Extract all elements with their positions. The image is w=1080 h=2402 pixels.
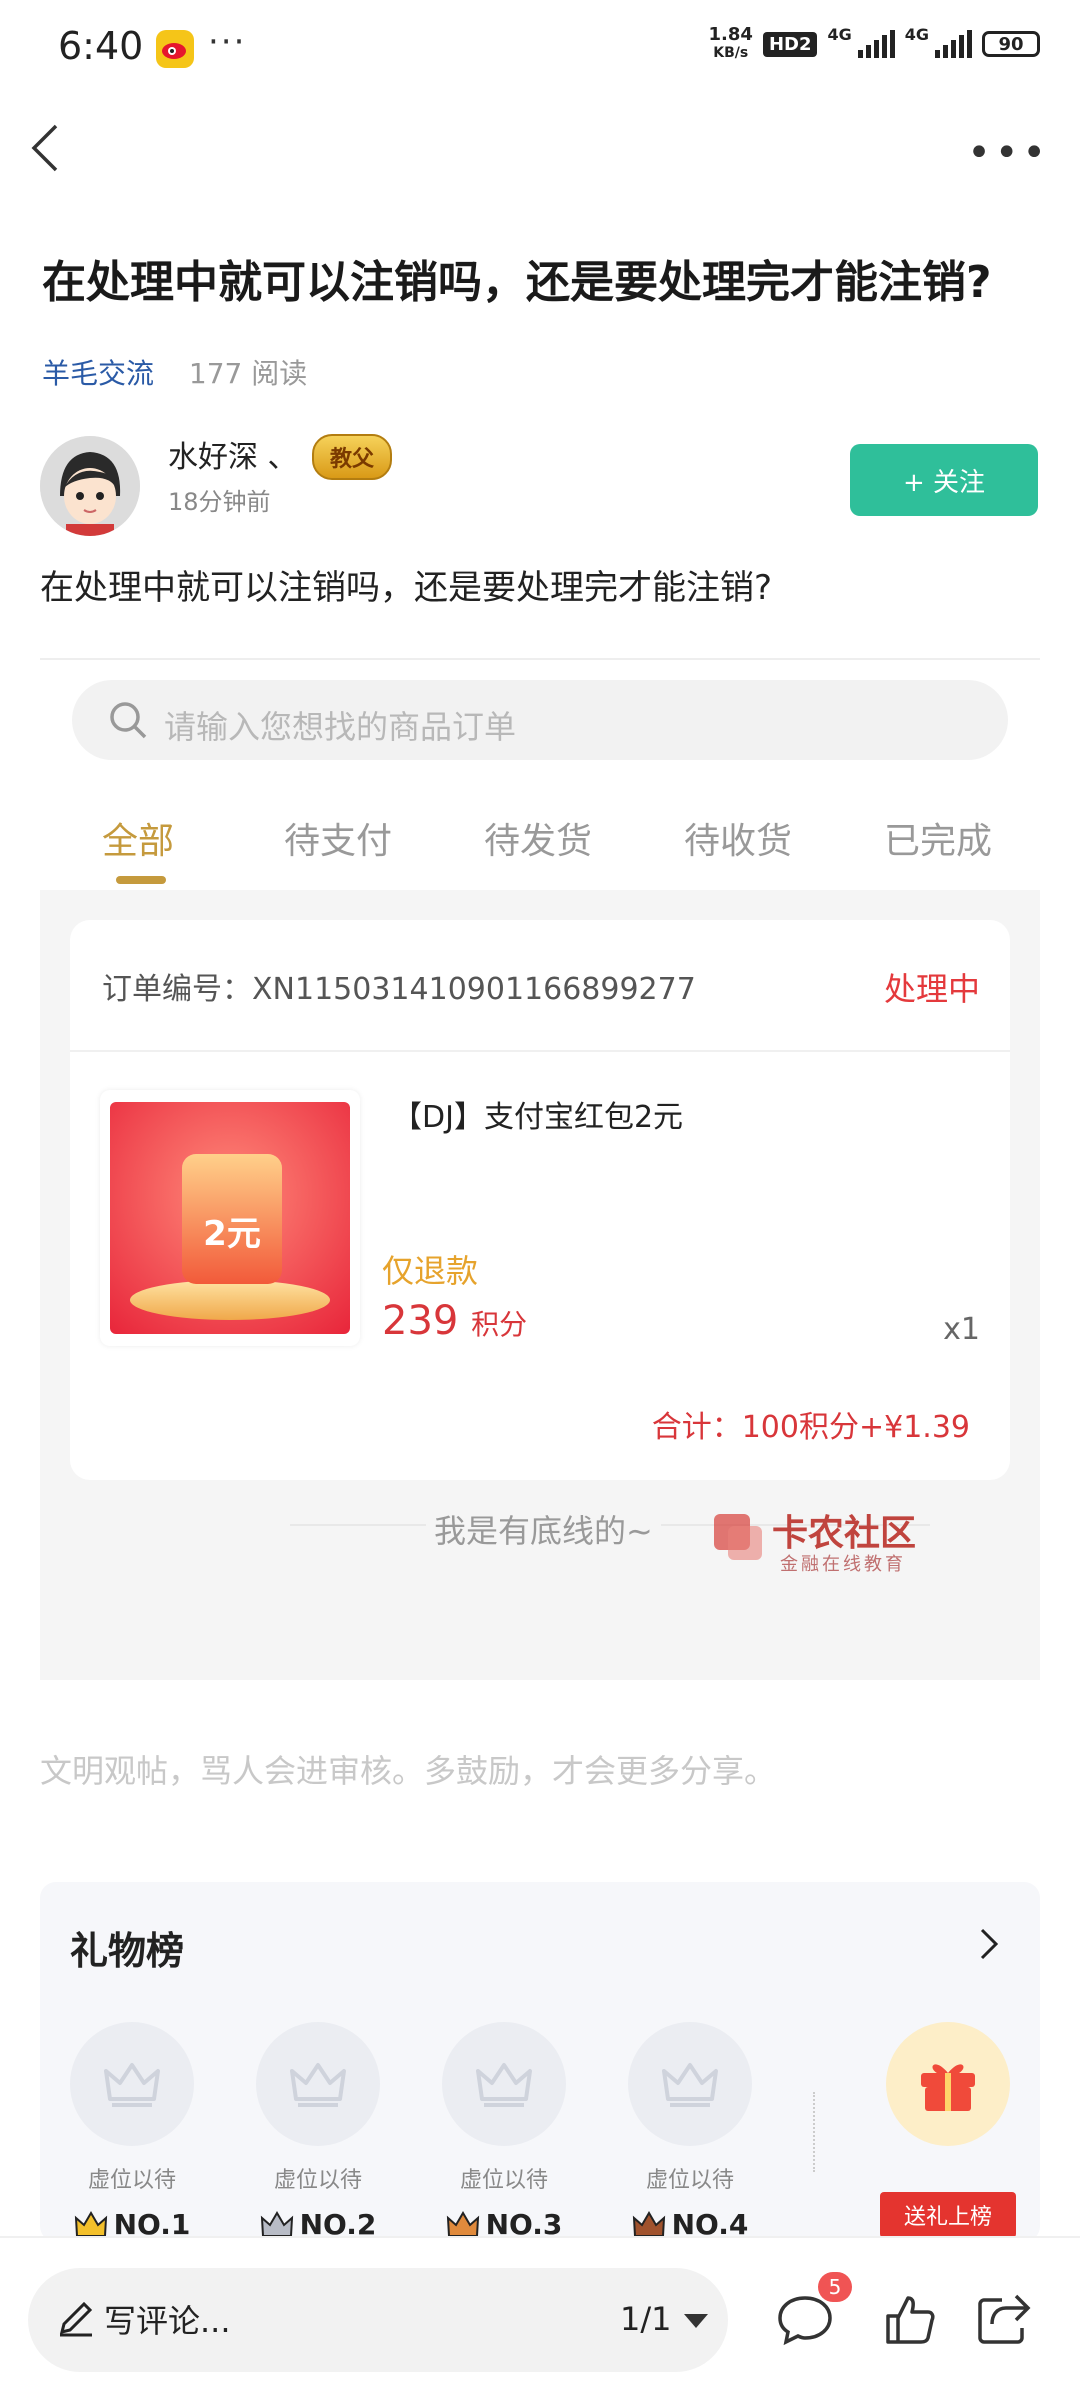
crown-placeholder-icon xyxy=(442,2022,566,2146)
hd-badge: HD2 xyxy=(762,31,818,57)
gift-slot-3[interactable]: 虚位以待 NO.3 xyxy=(442,2022,566,2241)
slot-label: 虚位以待 xyxy=(273,2168,362,2193)
price-value: 239 xyxy=(382,1298,459,1344)
price-unit: 积分 xyxy=(471,1308,528,1341)
back-button[interactable] xyxy=(26,118,66,178)
chevron-right-icon[interactable] xyxy=(974,1924,1004,1964)
chevron-down-icon[interactable] xyxy=(684,2314,708,2328)
tab-completed: 已完成 xyxy=(884,821,993,862)
tab-pending-shipment: 待发货 xyxy=(484,821,593,862)
battery-level: 90 xyxy=(998,33,1024,55)
like-icon[interactable] xyxy=(884,2292,936,2346)
slot-label: 虚位以待 xyxy=(87,2168,176,2193)
author-badge: 教父 xyxy=(312,434,393,480)
tab-all: 全部 xyxy=(102,821,175,862)
network-type-1: 4G xyxy=(827,24,852,44)
crown-placeholder-icon xyxy=(70,2022,194,2146)
end-of-list-text: 我是有底线的~ xyxy=(426,1506,661,1552)
read-count: 177 阅读 xyxy=(188,357,308,390)
card-divider xyxy=(70,1050,1010,1052)
signal-icon-2 xyxy=(935,30,972,58)
crown-icon xyxy=(260,2210,293,2237)
network-type-2: 4G xyxy=(904,24,929,44)
crown-placeholder-icon xyxy=(628,2022,752,2146)
search-placeholder: 请输入您想找的商品订单 xyxy=(164,708,517,746)
net-speed-unit: KB/s xyxy=(713,45,749,61)
gift-button[interactable] xyxy=(886,2022,1010,2146)
crown-icon xyxy=(632,2210,665,2237)
order-card: 订单编号：XN11503141090116689927​7 处理中 2元 【DJ… xyxy=(70,920,1010,1480)
gift-board: 礼物榜 虚位以待 NO.1 虚位以待 NO.2 虚位以待 NO.3 虚位以待 N… xyxy=(40,1882,1040,2242)
comment-placeholder: 写评论... xyxy=(104,2302,231,2340)
packet-amount: 2元 xyxy=(203,1214,261,1254)
watermark-subtext: 金融在线教育 xyxy=(780,1554,906,1575)
product-name: 【DJ】支付宝红包2元 xyxy=(392,1100,684,1135)
comment-count-badge: 5 xyxy=(818,2272,852,2302)
signal-icon xyxy=(857,30,895,58)
gift-board-title: 礼物榜 xyxy=(70,1929,185,1973)
avatar[interactable] xyxy=(40,436,140,536)
divider xyxy=(40,658,1040,660)
status-bar: 6:40 ··· 1.84 KB/s HD2 4G 4G 90 xyxy=(0,0,1080,100)
gift-divider xyxy=(813,2092,817,2172)
red-packet-image: 2元 xyxy=(110,1102,350,1334)
post-meta: 羊毛交流 177 阅读 xyxy=(42,352,307,392)
product-price: 239 积分 xyxy=(382,1298,527,1344)
product-thumbnail: 2元 xyxy=(100,1090,360,1346)
share-icon[interactable] xyxy=(976,2290,1032,2346)
net-speed-value: 1.84 xyxy=(708,24,753,45)
gift-slot-4[interactable]: 虚位以待 NO.4 xyxy=(628,2022,752,2241)
gift-slot-2[interactable]: 虚位以待 NO.2 xyxy=(256,2022,380,2241)
net-speed: 1.84 KB/s xyxy=(709,26,753,62)
category-link[interactable]: 羊毛交流 xyxy=(42,357,154,390)
tab-pending-payment: 待支付 xyxy=(284,821,393,862)
battery-icon: 90 xyxy=(982,31,1040,57)
pencil-icon xyxy=(59,2301,93,2337)
tab-underline xyxy=(116,876,166,884)
avatar-face-icon xyxy=(40,436,140,536)
follow-button[interactable]: + 关注 xyxy=(850,444,1038,516)
page-indicator[interactable]: 1/1 xyxy=(620,2300,672,2338)
send-gift-button[interactable]: 送礼上榜 xyxy=(880,2192,1016,2238)
post-title: 在处理中就可以注销吗，还是要处理完才能注销? xyxy=(42,257,992,308)
order-page-header: 请输入您想找的商品订单 全部 待支付 待发货 待收货 已完成 xyxy=(40,640,1040,890)
order-status: 处理中 xyxy=(883,970,980,1008)
order-total: 合计：100积分+¥1.39 xyxy=(651,1410,970,1445)
slot-label: 虚位以待 xyxy=(459,2168,548,2193)
stage-shape xyxy=(130,1280,330,1320)
order-number: 订单编号：XN11503141090116689927​7 xyxy=(102,972,696,1007)
crown-placeholder-icon xyxy=(256,2022,380,2146)
watermark-logo-icon xyxy=(714,1514,762,1560)
back-arrow-icon xyxy=(31,124,58,172)
watermark-text: 卡农社区 xyxy=(772,1513,917,1554)
author-name[interactable]: 水好深 、 xyxy=(168,432,298,476)
gift-box-icon xyxy=(921,2064,975,2111)
search-icon xyxy=(110,702,147,739)
slot-label: 虚位以待 xyxy=(645,2168,734,2193)
bottom-action-bar: 写评论... 1/1 5 xyxy=(0,2236,1080,2402)
weibo-icon xyxy=(156,30,194,68)
civility-note: 文明观帖，骂人会进审核。多鼓励，才会更多分享。 xyxy=(40,1752,777,1790)
status-more-dots: ··· xyxy=(208,22,247,62)
quantity: x1 xyxy=(943,1312,980,1347)
crown-icon xyxy=(74,2210,107,2237)
refund-label: 仅退款 xyxy=(382,1252,479,1290)
gift-slot-1[interactable]: 虚位以待 NO.1 xyxy=(70,2022,194,2241)
tab-pending-receipt: 待收货 xyxy=(684,821,793,862)
more-options-button[interactable]: ••• xyxy=(967,130,1050,176)
crown-icon xyxy=(446,2210,479,2237)
status-right: 1.84 KB/s HD2 4G 4G 90 xyxy=(709,24,1040,62)
post-body: 在处理中就可以注销吗，还是要处理完才能注销? xyxy=(40,568,773,608)
post-image[interactable]: 请输入您想找的商品订单 全部 待支付 待发货 待收货 已完成 订单编号：XN11… xyxy=(40,640,1040,1680)
status-time: 6:40 xyxy=(58,24,144,68)
post-time: 18分钟前 xyxy=(168,488,271,516)
